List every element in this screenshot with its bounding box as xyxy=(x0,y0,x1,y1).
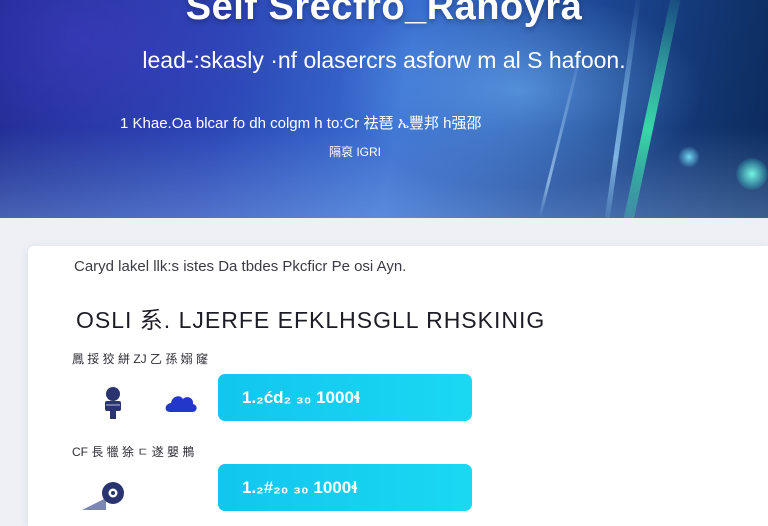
hero-glow-orb xyxy=(736,158,768,190)
hero-description: 1 Khae.Oa blcar fo dh colgm h to:Cr 祛琶 ኤ… xyxy=(120,110,590,166)
hero-description-line-1: 1 Khae.Oa blcar fo dh colgm h to:Cr 祛琶 ኤ… xyxy=(120,115,482,132)
row-2-label: CF 長 犣 狳 ㄷ 遂 嬰 鵧 xyxy=(72,445,195,459)
hero-banner: Self Srecfro_Ranoyra lead-:skasly ·nf ol… xyxy=(0,0,768,218)
hero-title: Self Srecfro_Ranoyra xyxy=(185,0,583,28)
hero-subtitle: lead-:skasly ·nf olasercrs asforw m al S… xyxy=(142,47,626,73)
card-intro-text: Caryd lakel llk:s istes Da tbdes Pkcficr… xyxy=(74,258,407,275)
card-heading: OSLI 系. LJERFE EFKLHSGLL RHSKINIG xyxy=(76,307,546,333)
target-icon xyxy=(82,482,124,510)
cloud-icon xyxy=(165,396,197,412)
hero-glow-orb-small xyxy=(678,146,700,168)
amount-button-1[interactable]: 1.₂ćd₂ ₃₀ 1000ɬ xyxy=(218,374,472,421)
person-icon xyxy=(105,387,121,419)
row-1-label: 鳳 挼 狡 絣 ZJ 乙 孫 嫋 窿 xyxy=(72,352,209,366)
amount-button-2[interactable]: 1.₂#₂₀ ₃₀ 1000ɬ xyxy=(218,464,472,511)
hero-description-line-2: 隔裒 IGRI xyxy=(328,145,381,159)
